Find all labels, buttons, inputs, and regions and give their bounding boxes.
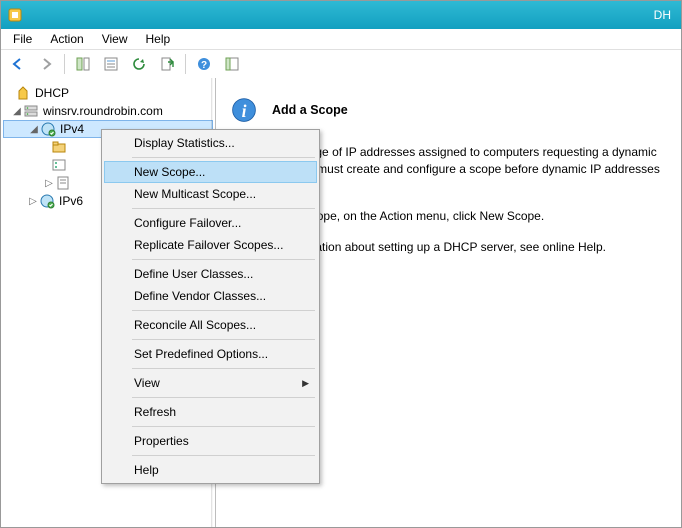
toolbar-back-button[interactable]: [5, 52, 31, 76]
menu-separator: [132, 339, 315, 340]
tree-label: IPv4: [60, 122, 84, 136]
titlebar: DH: [1, 1, 681, 29]
ctx-configure-failover[interactable]: Configure Failover...: [104, 212, 317, 234]
menu-separator: [132, 157, 315, 158]
menu-item-label: Help: [134, 463, 159, 477]
menu-item-label: New Scope...: [134, 165, 205, 179]
ctx-define-user-classes[interactable]: Define User Classes...: [104, 263, 317, 285]
menu-file[interactable]: File: [5, 30, 40, 48]
policies-icon: [55, 175, 71, 191]
window-title: DH: [29, 8, 675, 22]
ctx-replicate-failover[interactable]: Replicate Failover Scopes...: [104, 234, 317, 256]
toolbar-forward-button[interactable]: [33, 52, 59, 76]
menu-item-label: View: [134, 376, 160, 390]
server-icon: [23, 103, 39, 119]
toolbar-show-hide-tree-button[interactable]: [70, 52, 96, 76]
ctx-reconcile-scopes[interactable]: Reconcile All Scopes...: [104, 314, 317, 336]
mmc-window: DH File Action View Help ? DHCP ◢: [0, 0, 682, 528]
context-menu: Display Statistics... New Scope... New M…: [101, 129, 320, 484]
toolbar: ?: [1, 50, 681, 79]
ctx-new-multicast-scope[interactable]: New Multicast Scope...: [104, 183, 317, 205]
menu-item-label: New Multicast Scope...: [134, 187, 256, 201]
menu-item-label: Set Predefined Options...: [134, 347, 268, 361]
menu-separator: [132, 397, 315, 398]
toolbar-refresh-button[interactable]: [126, 52, 152, 76]
menu-item-label: Refresh: [134, 405, 176, 419]
ctx-properties[interactable]: Properties: [104, 430, 317, 452]
ctx-view-submenu[interactable]: View ▶: [104, 372, 317, 394]
menu-item-label: Reconcile All Scopes...: [134, 318, 256, 332]
toolbar-export-button[interactable]: [154, 52, 180, 76]
content-heading: Add a Scope: [272, 103, 348, 117]
toolbar-properties-button[interactable]: [98, 52, 124, 76]
tree-node-server[interactable]: ◢ winsrv.roundrobin.com: [3, 102, 213, 120]
ctx-set-predefined-options[interactable]: Set Predefined Options...: [104, 343, 317, 365]
menu-help[interactable]: Help: [138, 30, 179, 48]
tree-label: IPv6: [59, 194, 83, 208]
ctx-define-vendor-classes[interactable]: Define Vendor Classes...: [104, 285, 317, 307]
expand-icon[interactable]: ▷: [27, 196, 39, 207]
menu-separator: [132, 259, 315, 260]
menu-item-label: Replicate Failover Scopes...: [134, 238, 283, 252]
menu-separator: [132, 310, 315, 311]
svg-text:i: i: [242, 101, 247, 121]
toolbar-help-button[interactable]: ?: [191, 52, 217, 76]
submenu-arrow-icon: ▶: [302, 378, 309, 389]
ctx-new-scope[interactable]: New Scope...: [104, 161, 317, 183]
tree-root-dhcp[interactable]: DHCP: [3, 84, 213, 102]
options-icon: [51, 157, 67, 173]
expand-icon[interactable]: ▷: [43, 178, 55, 189]
ctx-display-statistics[interactable]: Display Statistics...: [104, 132, 317, 154]
toolbar-separator: [64, 54, 65, 74]
ctx-help[interactable]: Help: [104, 459, 317, 481]
toolbar-show-hide-action-button[interactable]: [219, 52, 245, 76]
toolbar-separator: [185, 54, 186, 74]
info-icon: i: [230, 96, 258, 124]
ipv6-icon: [39, 193, 55, 209]
menu-item-label: Properties: [134, 434, 189, 448]
menu-action[interactable]: Action: [42, 30, 91, 48]
menu-view[interactable]: View: [94, 30, 136, 48]
content-header: i Add a Scope: [230, 96, 667, 124]
tree-label: DHCP: [35, 86, 69, 100]
svg-text:?: ?: [201, 60, 207, 71]
tree-label: winsrv.roundrobin.com: [43, 104, 163, 118]
menubar: File Action View Help: [1, 29, 681, 50]
menu-item-label: Define User Classes...: [134, 267, 253, 281]
menu-separator: [132, 426, 315, 427]
collapse-icon[interactable]: ◢: [11, 106, 23, 117]
menu-separator: [132, 208, 315, 209]
dhcp-root-icon: [15, 85, 31, 101]
ipv4-icon: [40, 121, 56, 137]
folder-icon: [51, 139, 67, 155]
ctx-refresh[interactable]: Refresh: [104, 401, 317, 423]
menu-separator: [132, 368, 315, 369]
menu-separator: [132, 455, 315, 456]
menu-item-label: Configure Failover...: [134, 216, 241, 230]
dhcp-app-icon: [7, 7, 23, 23]
collapse-icon[interactable]: ◢: [28, 124, 40, 135]
menu-item-label: Define Vendor Classes...: [134, 289, 266, 303]
menu-item-label: Display Statistics...: [134, 136, 235, 150]
